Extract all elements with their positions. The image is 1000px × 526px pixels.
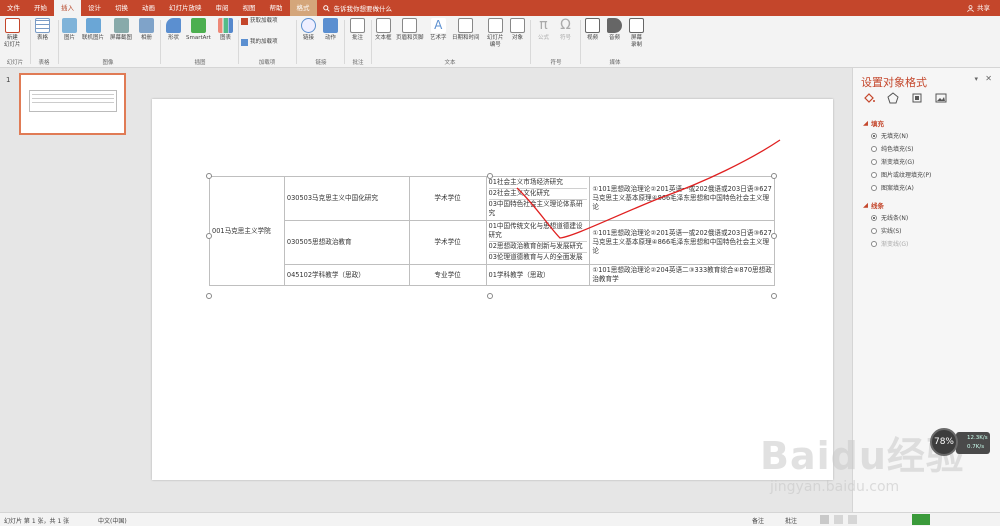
radio-button xyxy=(871,171,877,178)
radio-button xyxy=(871,214,877,221)
speed-readout: 12.3K/s 0.7K/s xyxy=(956,432,990,454)
radio-button xyxy=(871,240,877,247)
network-speed-widget[interactable]: 12.3K/s 0.7K/s 78% xyxy=(930,428,990,458)
slide-counter: 幻灯片 第 1 张，共 1 张 xyxy=(4,518,70,525)
size-properties-icon[interactable] xyxy=(911,92,923,104)
slide-sorter-icon[interactable] xyxy=(834,515,843,524)
image-icon[interactable] xyxy=(935,92,947,104)
line-option-label: 渐变线(G) xyxy=(881,241,909,248)
chevron-down-icon: ◢ xyxy=(863,119,868,127)
status-bar: 幻灯片 第 1 张，共 1 张 中文(中国) 备注 批注 xyxy=(0,512,1000,526)
line-section-header[interactable]: ◢ 线条 xyxy=(863,200,884,210)
chevron-down-icon: ◢ xyxy=(863,201,868,209)
ime-logo-icon xyxy=(912,514,930,525)
language-indicator[interactable]: 中文(中国) xyxy=(98,516,127,525)
radio-button xyxy=(871,184,877,191)
watermark-url: jingyan.baidu.com xyxy=(770,479,900,495)
fill-option-solid[interactable]: 纯色填充(S) xyxy=(871,144,914,153)
fill-option-none[interactable]: 无填充(N) xyxy=(871,131,908,140)
fill-option-picture[interactable]: 图片或纹理填充(P) xyxy=(871,170,931,179)
radio-button xyxy=(871,145,877,152)
fill-option-label: 渐变填充(G) xyxy=(881,159,915,166)
chevron-down-icon[interactable]: ▾ xyxy=(974,75,978,83)
fill-option-gradient[interactable]: 渐变填充(G) xyxy=(871,157,914,166)
line-option-gradient[interactable]: 渐变线(G) xyxy=(871,239,908,248)
reading-view-icon[interactable] xyxy=(848,515,857,524)
radio-button xyxy=(871,158,877,165)
line-option-solid[interactable]: 实线(S) xyxy=(871,226,902,235)
pane-tab-strip xyxy=(863,92,947,104)
line-option-label: 实线(S) xyxy=(881,228,902,235)
line-heading: 线条 xyxy=(871,202,884,210)
notes-button[interactable]: 备注 xyxy=(752,516,764,525)
download-speed: 0.7K/s xyxy=(967,444,985,450)
radio-button xyxy=(871,132,877,139)
line-option-none[interactable]: 无线条(N) xyxy=(871,213,908,222)
upload-speed: 12.3K/s xyxy=(967,435,988,441)
fill-option-label: 无填充(N) xyxy=(881,133,909,140)
fill-option-label: 图片或纹理填充(P) xyxy=(881,172,932,179)
close-icon[interactable]: ✕ xyxy=(985,74,992,83)
red-arrow-stroke xyxy=(516,139,781,239)
fill-heading: 填充 xyxy=(871,120,884,128)
paint-bucket-icon[interactable] xyxy=(863,92,875,104)
comments-button[interactable]: 批注 xyxy=(785,516,797,525)
normal-view-icon[interactable] xyxy=(820,515,829,524)
pane-title: 设置对象格式 xyxy=(861,76,927,89)
fill-section-header[interactable]: ◢ 填充 xyxy=(863,118,884,128)
line-option-label: 无线条(N) xyxy=(881,215,909,222)
pentagon-icon[interactable] xyxy=(887,92,899,104)
fill-option-pattern[interactable]: 图案填充(A) xyxy=(871,183,914,192)
radio-button xyxy=(871,227,877,234)
usage-percent: 78% xyxy=(930,428,958,456)
fill-option-label: 纯色填充(S) xyxy=(881,146,914,153)
fill-option-label: 图案填充(A) xyxy=(881,185,914,192)
